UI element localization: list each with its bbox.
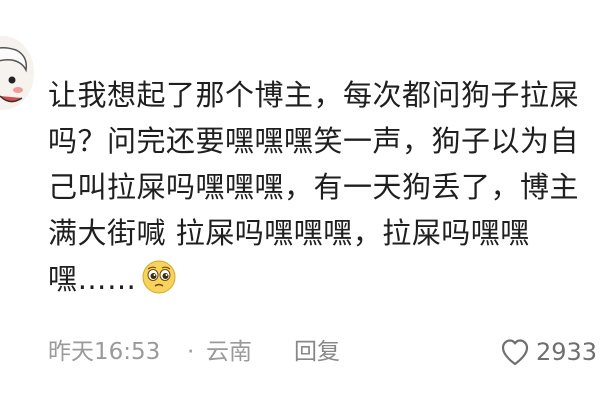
comment-line: 让我想起了那个博主，每次都问狗子拉屎 xyxy=(48,78,580,112)
comment-time: 昨天16:53 xyxy=(48,339,161,365)
comment-item: 让我想起了那个博主，每次都问狗子拉屎 吗？问完还要嘿嘿嘿笑一声，狗子以为自 己叫… xyxy=(0,0,600,400)
comment-meta: 昨天16:53 · 云南 回复 2933 xyxy=(48,334,600,370)
comment-line: 己叫拉屎吗嘿嘿嘿，有一天狗丢了，博主 xyxy=(48,170,580,204)
comment-text: 让我想起了那个博主，每次都问狗子拉屎 吗？问完还要嘿嘿嘿笑一声，狗子以为自 己叫… xyxy=(48,72,600,302)
comment-line-text: 嘿…… xyxy=(48,262,137,296)
comment-line: 吗？问完还要嘿嘿嘿笑一声，狗子以为自 xyxy=(48,124,580,158)
comment-line-last: 嘿…… xyxy=(48,256,600,302)
meta-separator: · xyxy=(187,339,195,365)
comment-location: 云南 xyxy=(206,339,252,365)
cartoon-avatar-icon xyxy=(0,36,34,110)
reply-button[interactable]: 回复 xyxy=(294,334,340,370)
like-button[interactable]: 2933 xyxy=(500,334,597,370)
comment-line: 满大街喊 拉屎吗嘿嘿嘿，拉屎吗嘿嘿 xyxy=(48,216,530,250)
like-count: 2933 xyxy=(536,338,598,366)
heart-outline-icon xyxy=(501,339,529,366)
avatar[interactable] xyxy=(0,36,34,110)
pleading-face-emoji-icon xyxy=(141,259,177,295)
